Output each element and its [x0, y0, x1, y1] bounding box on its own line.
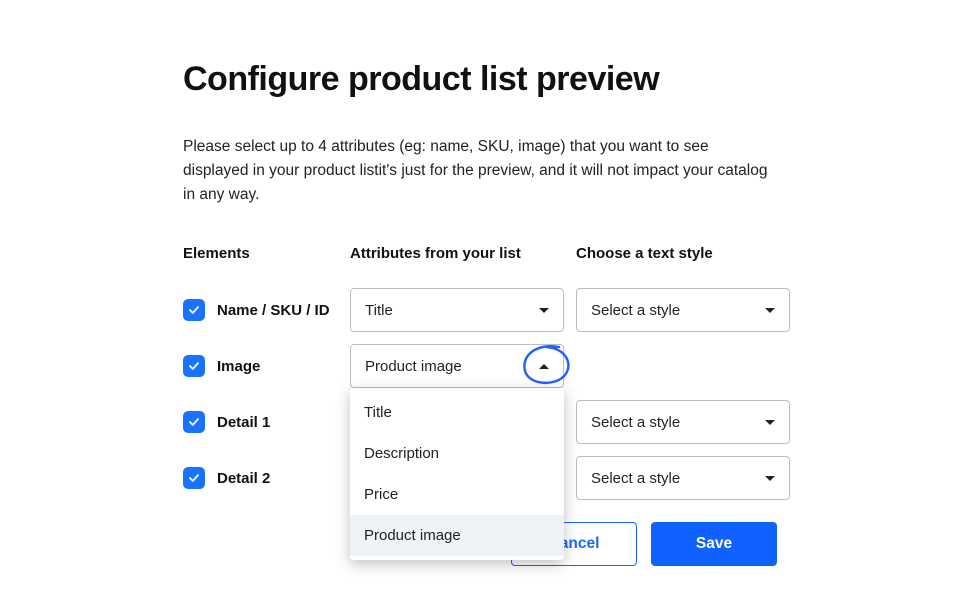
- dropdown-option-description[interactable]: Description: [350, 433, 564, 474]
- attribute-select-1[interactable]: Product image: [350, 344, 564, 388]
- dropdown-option-price[interactable]: Price: [350, 474, 564, 515]
- checkbox-row-2[interactable]: [183, 411, 205, 433]
- checkbox-row-3[interactable]: [183, 467, 205, 489]
- style-select-value-2: Select a style: [591, 414, 680, 431]
- caret-down-icon: [765, 420, 775, 425]
- row-label-2: Detail 1: [217, 414, 270, 431]
- save-button[interactable]: Save: [651, 522, 777, 566]
- save-button-label: Save: [696, 535, 732, 553]
- row-label-3: Detail 2: [217, 470, 270, 487]
- dropdown-option-product-image[interactable]: Product image: [350, 515, 564, 556]
- checkbox-row-1[interactable]: [183, 355, 205, 377]
- row-label-0: Name / SKU / ID: [217, 302, 330, 319]
- row-label-1: Image: [217, 358, 260, 375]
- caret-up-icon: [539, 364, 549, 369]
- style-select-value-0: Select a style: [591, 302, 680, 319]
- dropdown-option-title[interactable]: Title: [350, 392, 564, 433]
- style-select-value-3: Select a style: [591, 470, 680, 487]
- caret-down-icon: [765, 308, 775, 313]
- caret-down-icon: [539, 308, 549, 313]
- modal-description: Please select up to 4 attributes (eg: na…: [183, 135, 777, 207]
- check-icon: [187, 359, 201, 373]
- column-header-attributes: Attributes from your list: [350, 245, 564, 288]
- column-header-elements: Elements: [183, 245, 338, 288]
- attribute-select-value-1: Product image: [365, 358, 462, 375]
- check-icon: [187, 415, 201, 429]
- attribute-select-0[interactable]: Title: [350, 288, 564, 332]
- style-select-2[interactable]: Select a style: [576, 400, 790, 444]
- modal-title: Configure product list preview: [183, 60, 777, 99]
- style-select-3[interactable]: Select a style: [576, 456, 790, 500]
- check-icon: [187, 303, 201, 317]
- caret-down-icon: [765, 476, 775, 481]
- configure-modal: Configure product list preview Please se…: [155, 16, 805, 584]
- check-icon: [187, 471, 201, 485]
- column-header-style: Choose a text style: [576, 245, 790, 288]
- attribute-select-value-0: Title: [365, 302, 393, 319]
- config-grid: Elements Attributes from your list Choos…: [183, 245, 777, 512]
- attribute-dropdown: Title Description Price Product image: [350, 388, 564, 560]
- checkbox-row-0[interactable]: [183, 299, 205, 321]
- style-select-0[interactable]: Select a style: [576, 288, 790, 332]
